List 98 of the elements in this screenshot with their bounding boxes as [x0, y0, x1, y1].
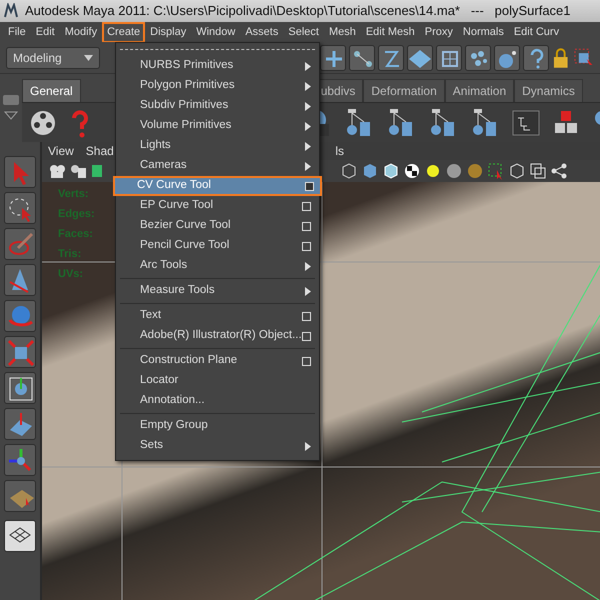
submenu-arrow-icon [305, 442, 311, 450]
shaded-cube-icon[interactable] [361, 162, 379, 180]
submenu-arrow-icon [305, 122, 311, 130]
submenu-arrow-icon [305, 162, 311, 170]
tool-button[interactable] [4, 372, 36, 404]
menu-item[interactable]: Lights [116, 136, 319, 156]
wire-shaded-cube-icon[interactable] [382, 162, 400, 180]
menu-item[interactable]: Assets [240, 22, 284, 42]
menu-item[interactable]: Text [116, 306, 319, 326]
status-button[interactable] [407, 44, 434, 70]
tool-button[interactable] [4, 480, 36, 512]
menu-item[interactable]: Edit Mesh [360, 22, 420, 42]
tool-button[interactable] [4, 192, 36, 224]
camera-icon[interactable] [48, 163, 66, 179]
heads-up-label: Verts: [58, 187, 90, 202]
menu-item[interactable]: Proxy [420, 22, 458, 42]
submenu-arrow-icon [305, 286, 311, 296]
menu-item[interactable]: CV Curve Tool [113, 176, 322, 196]
tool-button[interactable] [4, 264, 36, 296]
viewport-menu[interactable]: ls [335, 142, 344, 160]
menu-item[interactable]: Annotation... [116, 391, 319, 411]
option-box-icon[interactable] [302, 312, 311, 320]
menu-item[interactable]: Edit [30, 22, 60, 42]
move-axes-icon [6, 446, 34, 474]
menu-item[interactable]: Display [145, 22, 192, 42]
tool-button[interactable] [4, 336, 36, 368]
paint-brush-icon [6, 230, 34, 258]
status-button[interactable] [320, 44, 346, 70]
shelf-tab[interactable]: Dynamics [514, 79, 583, 102]
overlap-squares-icon[interactable] [529, 162, 547, 180]
menu-item[interactable]: Modify [60, 22, 102, 42]
camera-attributes-icon[interactable] [69, 163, 87, 179]
matte-sphere-icon[interactable] [445, 162, 463, 180]
submenu-arrow-icon [305, 62, 311, 70]
menu-item[interactable]: EP Curve Tool [116, 196, 319, 216]
menu-item[interactable]: Create [102, 22, 146, 42]
status-button[interactable] [378, 44, 404, 70]
menu-item[interactable]: Adobe(R) Illustrator(R) Object... [116, 326, 319, 346]
option-box-icon[interactable] [302, 242, 311, 250]
menu-item[interactable]: Select [283, 22, 324, 42]
menu-set-dropdown[interactable]: Modeling [6, 46, 100, 68]
menu-item[interactable]: Pencil Curve Tool [116, 236, 319, 256]
menu-item[interactable]: Construction Plane [116, 351, 319, 371]
status-button[interactable] [349, 44, 376, 70]
status-button[interactable] [523, 44, 550, 70]
viewport-menu[interactable]: View [48, 142, 74, 160]
option-box-icon[interactable] [302, 222, 311, 230]
share-nodes-icon[interactable] [550, 162, 568, 180]
menu-item[interactable]: Edit Curv [508, 22, 564, 42]
heads-up-label: Edges: [58, 207, 95, 222]
menu-item[interactable]: Cameras [116, 156, 319, 176]
submenu-arrow-icon [305, 82, 311, 90]
menu-item[interactable]: File [3, 22, 31, 42]
menu-item[interactable]: Sets [116, 436, 319, 456]
metal-sphere-icon[interactable] [466, 162, 484, 180]
shelf-tab[interactable]: Deformation [363, 79, 445, 102]
menu-item[interactable]: Volume Primitives [116, 116, 319, 136]
menu-item[interactable]: Measure Tools [116, 281, 319, 301]
submenu-arrow-icon [305, 262, 311, 270]
maya-logo-icon [3, 3, 19, 19]
padlock-icon[interactable] [552, 46, 570, 68]
shelf-tab[interactable]: General [22, 79, 81, 102]
shelf-tab[interactable]: Animation [444, 79, 514, 102]
menu-item[interactable]: Mesh [324, 22, 361, 42]
submenu-arrow-icon [305, 102, 311, 110]
status-button[interactable] [494, 44, 520, 70]
window-title: Autodesk Maya 2011: C:\Users\Picipolivadi\Desktop\Tutorial\scenes\14.ma* --- polySurface1 [25, 2, 571, 20]
wireframe-cube-icon[interactable] [340, 162, 358, 180]
cube-outline-icon[interactable] [508, 162, 526, 180]
shelf-menu-icon[interactable] [0, 92, 22, 122]
tool-button[interactable] [4, 408, 36, 440]
option-box-icon[interactable] [302, 202, 311, 210]
option-box-icon[interactable] [305, 182, 314, 190]
scale-cube-icon [6, 338, 34, 366]
checker-sphere-icon[interactable] [403, 162, 421, 180]
status-button[interactable] [465, 44, 492, 70]
menu-item[interactable]: Bezier Curve Tool [116, 216, 319, 236]
option-box-icon[interactable] [302, 356, 311, 366]
heads-up-label: Tris: [58, 247, 82, 262]
tool-button[interactable] [4, 444, 36, 476]
menu-item[interactable]: Normals [458, 22, 509, 42]
menu-item[interactable]: NURBS Primitives [116, 56, 319, 76]
status-button[interactable] [436, 44, 462, 70]
bookmark-icon[interactable] [90, 163, 104, 179]
viewport-menu[interactable]: Shad [86, 142, 114, 160]
submenu-arrow-icon [305, 142, 311, 150]
outliner-icon[interactable] [512, 110, 540, 136]
layout-button[interactable] [4, 520, 36, 552]
heads-up-label: Faces: [58, 227, 94, 242]
heads-up-label: UVs: [58, 267, 84, 282]
option-box-icon[interactable] [302, 332, 311, 340]
tear-off-line[interactable] [120, 49, 315, 50]
light-sphere-icon[interactable] [424, 162, 442, 180]
menu-item[interactable]: Empty Group [116, 416, 319, 436]
menu-item[interactable]: Locator [116, 371, 319, 391]
caret-icon [84, 54, 93, 60]
menu-item[interactable]: Arc Tools [116, 256, 319, 276]
menu-item[interactable]: Window [191, 22, 240, 42]
